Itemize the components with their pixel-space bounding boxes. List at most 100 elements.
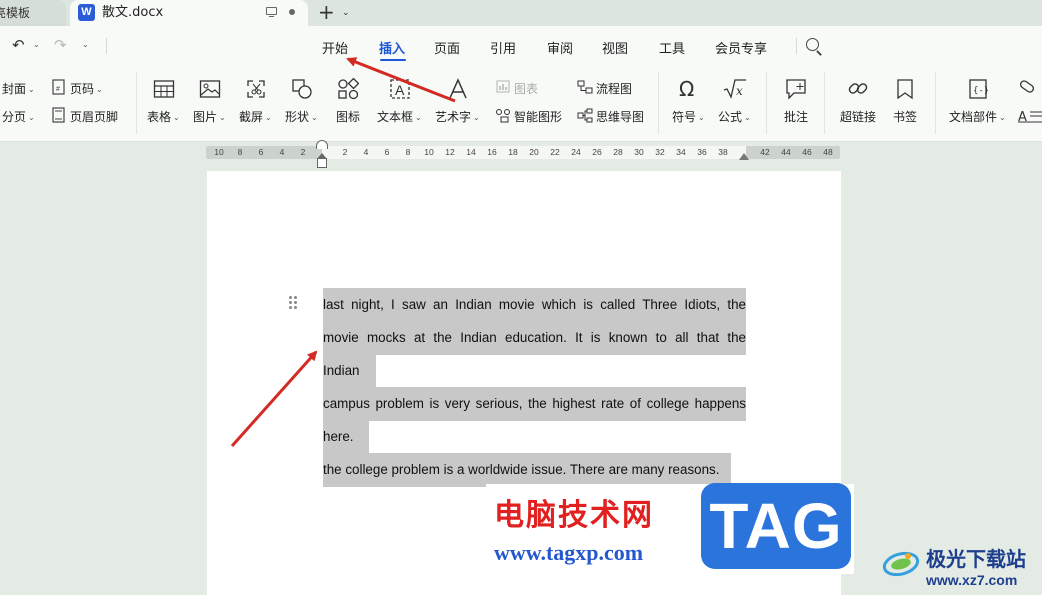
- text-line[interactable]: here.: [323, 420, 369, 454]
- ruler-tick-label: 8: [237, 147, 243, 157]
- ruler-tick-label: 36: [697, 147, 707, 157]
- tab-home[interactable]: 开始: [322, 38, 348, 57]
- unsaved-dot-icon[interactable]: [289, 9, 295, 15]
- monitor-icon[interactable]: [266, 7, 277, 18]
- new-tab-dropdown-icon[interactable]: ⌄: [342, 0, 350, 26]
- symbol-omega-icon: Ω: [679, 78, 694, 100]
- flowchart-button[interactable]: 流程图: [596, 80, 632, 97]
- screenshot-button[interactable]: 截屏 ⌄: [239, 108, 272, 125]
- search-icon[interactable]: [806, 38, 819, 51]
- ruler-tick-label: 6: [384, 147, 390, 157]
- chevron-down-icon: ⌄: [28, 85, 35, 94]
- ruler-tick-label: 12: [445, 147, 455, 157]
- first-line-indent-marker[interactable]: [316, 140, 328, 149]
- chevron-down-icon: ⌄: [28, 113, 35, 122]
- text-line[interactable]: last night, I saw an Indian movie which …: [323, 288, 746, 322]
- undo-icon[interactable]: ↶: [12, 36, 25, 54]
- svg-text:A: A: [395, 82, 405, 98]
- chevron-down-icon: ⌄: [698, 113, 705, 122]
- ruler-tick-label: 4: [363, 147, 369, 157]
- mindmap-button[interactable]: 思维导图: [596, 108, 644, 125]
- ruler-tick-label: 30: [634, 147, 644, 157]
- menu-bar: ↶ ⌄ ↷ ⌄ 开始 插入 页面 引用 审阅 视图 工具 会员专享: [0, 26, 1042, 66]
- page-break-button[interactable]: 分页 ⌄: [2, 108, 35, 125]
- wordart-button[interactable]: 艺术字 ⌄: [435, 108, 480, 125]
- comment-button[interactable]: 批注: [784, 108, 808, 125]
- ruler-tick-label: 10: [424, 147, 434, 157]
- ribbon-separator: [658, 72, 659, 134]
- formula-label: 公式: [718, 110, 743, 124]
- chevron-down-icon: ⌄: [265, 113, 272, 122]
- icon-button[interactable]: 图标: [336, 108, 360, 125]
- watermark2-site-name: 极光下载站: [926, 547, 1026, 571]
- menu-separator: [796, 38, 797, 54]
- tab-page[interactable]: 页面: [434, 38, 460, 57]
- ribbon-separator: [824, 72, 825, 134]
- chevron-down-icon: ⌄: [311, 113, 318, 122]
- svg-text:{-}: {-}: [973, 86, 988, 96]
- text-line[interactable]: the college problem is a worldwide issue…: [323, 453, 731, 487]
- textbox-icon: A: [390, 79, 410, 99]
- picture-button[interactable]: 图片 ⌄: [193, 108, 226, 125]
- chart-button[interactable]: 图表: [514, 80, 538, 97]
- bookmark-button[interactable]: 书签: [893, 108, 917, 125]
- svg-text:x: x: [736, 84, 743, 98]
- watermark-site-name: 电脑技术网: [494, 498, 654, 533]
- paragraph-drag-handle-icon[interactable]: [289, 296, 298, 310]
- title-tab-bar: 亮模板 W 散文.docx + ⌄: [0, 0, 1042, 26]
- page-number-button[interactable]: 页码 ⌄: [70, 80, 103, 97]
- text-line[interactable]: Indian: [323, 354, 376, 388]
- quick-access-more-icon[interactable]: ⌄: [82, 40, 89, 49]
- chevron-down-icon: ⌄: [219, 113, 226, 122]
- insert-ribbon: 封面 ⌄ 分页 ⌄ # 页码 ⌄ 页眉页脚 表格 ⌄ 图片 ⌄ 截屏 ⌄ 形状 ⌄ 图标 A …: [0, 66, 1042, 142]
- left-indent-marker[interactable]: [317, 158, 327, 168]
- chevron-down-icon: ⌄: [999, 113, 1006, 122]
- textbox-button[interactable]: 文本框 ⌄: [377, 108, 422, 125]
- smartart-icon: [496, 109, 510, 123]
- hyperlink-button[interactable]: 超链接: [840, 108, 876, 125]
- shape-icon: [292, 79, 312, 99]
- symbol-button[interactable]: 符号 ⌄: [672, 108, 705, 125]
- cover-button[interactable]: 封面 ⌄: [2, 80, 35, 97]
- undo-dropdown-icon[interactable]: ⌄: [33, 40, 40, 49]
- redo-icon[interactable]: ↷: [54, 36, 67, 54]
- ruler-tick-label: 8: [405, 147, 411, 157]
- tab-review[interactable]: 审阅: [547, 38, 573, 57]
- bookmark-icon: [897, 79, 913, 100]
- svg-text:#: #: [56, 86, 60, 93]
- tab-member[interactable]: 会员专享: [715, 38, 767, 57]
- ruler-tick-label: 2: [342, 147, 348, 157]
- formula-button[interactable]: 公式 ⌄: [718, 108, 751, 125]
- chevron-down-icon: ⌄: [473, 113, 480, 122]
- formula-icon: x: [723, 79, 746, 99]
- new-tab-button[interactable]: +: [318, 0, 335, 24]
- ribbon-separator: [136, 72, 137, 134]
- tab-template[interactable]: 亮模板: [0, 0, 66, 26]
- table-button[interactable]: 表格 ⌄: [147, 108, 180, 125]
- aurora-logo-icon: [882, 551, 920, 577]
- ruler-tick-label: 32: [655, 147, 665, 157]
- ruler-tick-label: 28: [613, 147, 623, 157]
- ruler-tick-label: 14: [466, 147, 476, 157]
- tab-tools[interactable]: 工具: [659, 38, 685, 57]
- doc-parts-label: 文档部件: [949, 110, 998, 124]
- chevron-down-icon: ⌄: [96, 85, 103, 94]
- ruler-tick-label: 4: [279, 147, 285, 157]
- table-label: 表格: [147, 110, 172, 124]
- tab-insert[interactable]: 插入: [379, 38, 405, 57]
- tab-view[interactable]: 视图: [602, 38, 628, 57]
- symbol-label: 符号: [672, 110, 697, 124]
- page-break-label: 分页: [2, 110, 27, 124]
- shape-button[interactable]: 形状 ⌄: [285, 108, 318, 125]
- text-line[interactable]: movie mocks at the Indian education. It …: [323, 321, 746, 355]
- doc-parts-button[interactable]: 文档部件 ⌄: [949, 108, 1006, 125]
- right-indent-marker[interactable]: [739, 153, 749, 160]
- text-line[interactable]: campus problem is very serious, the high…: [323, 387, 746, 421]
- tab-references[interactable]: 引用: [490, 38, 516, 57]
- tab-document[interactable]: W 散文.docx: [70, 0, 308, 26]
- watermark2-site-url: www.xz7.com: [926, 572, 1018, 588]
- tab-document-title: 散文.docx: [102, 5, 164, 20]
- header-footer-button[interactable]: 页眉页脚: [70, 108, 118, 125]
- smartart-button[interactable]: 智能图形: [514, 108, 562, 125]
- ruler-tick-label: 10: [214, 147, 224, 157]
